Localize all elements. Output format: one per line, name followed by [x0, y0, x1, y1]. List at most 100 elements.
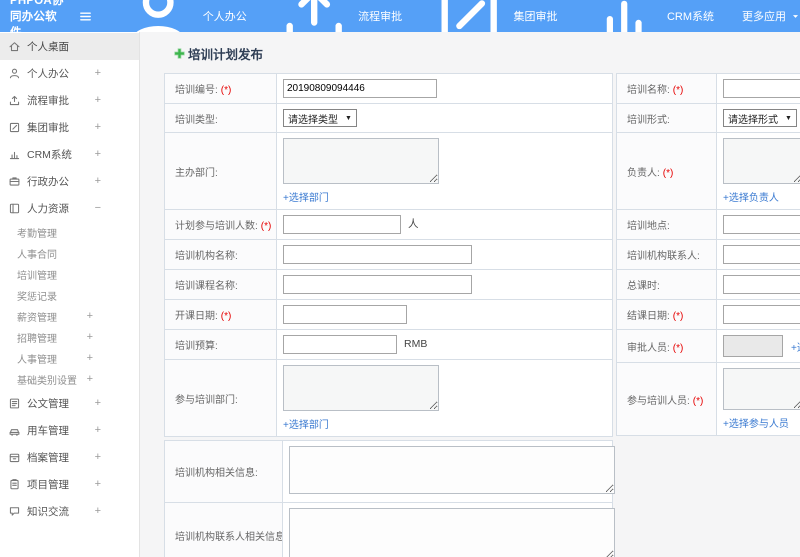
sidebar-item-label: 流程审批 [27, 95, 69, 107]
sidebar-item-0[interactable]: 个人桌面 [0, 33, 139, 60]
text-input[interactable] [723, 275, 800, 294]
sidebar-item-6-children-1[interactable]: 人事合同 [0, 243, 139, 264]
choose-link[interactable]: +选择审批人员 [791, 339, 800, 354]
text-input[interactable] [283, 275, 472, 294]
select-value: 请选择形式 [728, 114, 778, 126]
sidebar-item-label: 知识交流 [27, 506, 69, 518]
sidebar-item-4[interactable]: CRM系统 + [0, 141, 139, 168]
select-dropdown[interactable]: 请选择形式 ▼ [723, 109, 797, 127]
sidebar-item-6-children-2[interactable]: 培训管理 [0, 264, 139, 285]
expand-toggle-icon[interactable]: − [95, 203, 101, 214]
text-input[interactable] [283, 245, 472, 264]
expand-toggle-icon[interactable]: + [95, 479, 101, 490]
sidebar-item-2[interactable]: 流程审批 + [0, 87, 139, 114]
field-label: 培训编号: [175, 85, 218, 96]
field-control-cell [276, 299, 613, 330]
sidebar-item-9[interactable]: 档案管理 + [0, 444, 139, 471]
caret-down-icon: ▼ [345, 114, 352, 122]
form-row: 审批人员:(*) +选择审批人员 [616, 329, 800, 363]
required-marker: (*) [662, 167, 674, 179]
form-row: 培训编号: (*) [164, 73, 613, 104]
sidebar-item-3[interactable]: 集团审批 + [0, 114, 139, 141]
field-control-cell: RMB [276, 329, 613, 360]
sidebar-item-11[interactable]: 知识交流 + [0, 498, 139, 525]
textarea-input[interactable] [289, 446, 615, 494]
form-row: 培训机构联系人相关信息: [164, 502, 615, 557]
sidebar-item-label: 奖惩记录 [17, 292, 57, 303]
required-marker: (*) [672, 85, 684, 96]
hamburger-icon[interactable] [78, 9, 93, 24]
field-label-cell: 审批人员: (*) [616, 329, 717, 363]
expand-toggle-icon[interactable]: + [87, 374, 93, 385]
text-input[interactable] [283, 79, 437, 98]
field-label-cell: 结课日期: (*) [616, 299, 717, 330]
sidebar-item-10[interactable]: 项目管理 + [0, 471, 139, 498]
sidebar-item-6-children-5[interactable]: 招聘管理 + [0, 327, 139, 348]
training-plan-form: 培训编号:(*)培训类型:请选择类型▼主办部门:+选择部门计划参与培训人数:(*… [164, 73, 800, 557]
expand-toggle-icon[interactable]: + [87, 311, 93, 322]
textarea-input[interactable] [283, 138, 439, 184]
expand-toggle-icon[interactable]: + [95, 95, 101, 106]
field-label-cell: 培训机构联系人相关信息: [164, 502, 283, 557]
edit-icon [8, 121, 21, 134]
select-dropdown[interactable]: 请选择类型 ▼ [283, 109, 357, 127]
sidebar-item-6-children-7[interactable]: 基础类别设置 + [0, 369, 139, 390]
topnav-item-4[interactable]: 更多应用 [742, 8, 800, 24]
choose-link[interactable]: +选择部门 [283, 416, 606, 431]
sidebar-item-5[interactable]: 行政办公 + [0, 168, 139, 195]
sidebar-item-7[interactable]: 公文管理 + [0, 390, 139, 417]
text-input[interactable] [723, 215, 800, 234]
sidebar-item-1[interactable]: 个人办公 + [0, 60, 139, 87]
expand-toggle-icon[interactable]: + [95, 506, 101, 517]
field-label-cell: 主办部门: [164, 132, 277, 210]
sidebar-item-label: 集团审批 [27, 122, 69, 134]
textarea-input[interactable] [289, 508, 615, 557]
sidebar-item-label: 人事合同 [17, 250, 57, 261]
chat-icon [8, 505, 21, 518]
expand-toggle-icon[interactable]: + [95, 452, 101, 463]
field-control-cell [716, 299, 800, 330]
sidebar-item-8[interactable]: 用车管理 + [0, 417, 139, 444]
text-input[interactable] [283, 215, 401, 234]
form-row: 参与培训部门: +选择部门 [164, 359, 613, 437]
text-input[interactable] [723, 245, 800, 264]
sidebar-item-6-children-0[interactable]: 考勤管理 [0, 222, 139, 243]
form-row: 培训机构联系人: [616, 239, 800, 270]
expand-toggle-icon[interactable]: + [95, 122, 101, 133]
choose-link[interactable]: +选择参与人员 [723, 415, 800, 430]
text-input[interactable] [283, 305, 407, 324]
sidebar-item-6[interactable]: 人力资源 − [0, 195, 139, 222]
expand-toggle-icon[interactable]: + [95, 398, 101, 409]
text-input[interactable] [723, 79, 800, 98]
topnav-item-label: 集团审批 [513, 11, 558, 23]
choose-link[interactable]: +选择部门 [283, 189, 606, 204]
plus-icon [174, 48, 185, 59]
field-label: 培训机构联系人: [627, 251, 700, 262]
field-control-cell: 请选择形式 ▼ [716, 103, 800, 133]
input-suffix: 人 [408, 218, 419, 231]
field-control-cell: +选择审批人员 [716, 329, 800, 363]
text-input[interactable] [283, 335, 397, 354]
sidebar-item-6-children-6[interactable]: 人事管理 + [0, 348, 139, 369]
required-marker: (*) [260, 221, 272, 232]
form-row: 培训地点: [616, 209, 800, 240]
expand-toggle-icon[interactable]: + [87, 353, 93, 364]
expand-toggle-icon[interactable]: + [95, 68, 101, 79]
expand-toggle-icon[interactable]: + [87, 332, 93, 343]
textarea-input[interactable] [723, 368, 800, 410]
textarea-input[interactable] [283, 365, 439, 411]
form-row: 培训预算: RMB [164, 329, 613, 360]
expand-toggle-icon[interactable]: + [95, 176, 101, 187]
sidebar-item-6-children-4[interactable]: 薪资管理 + [0, 306, 139, 327]
expand-toggle-icon[interactable]: + [95, 149, 101, 160]
sidebar: 个人桌面 个人办公 + 流程审批 + 集团审批 + CRM系统 + 行政办公 + 人力资源 − 考勤管理人… [0, 32, 140, 557]
readonly-text-input[interactable] [723, 335, 783, 357]
expand-toggle-icon[interactable]: + [95, 425, 101, 436]
field-control-cell [716, 269, 800, 300]
sidebar-item-label: 个人办公 [27, 68, 69, 80]
sidebar-item-6-children-3[interactable]: 奖惩记录 [0, 285, 139, 306]
textarea-input[interactable] [723, 138, 800, 184]
choose-link[interactable]: +选择负责人 [723, 189, 800, 204]
text-input[interactable] [723, 305, 800, 324]
sidebar-item-label: 人力资源 [27, 203, 69, 215]
